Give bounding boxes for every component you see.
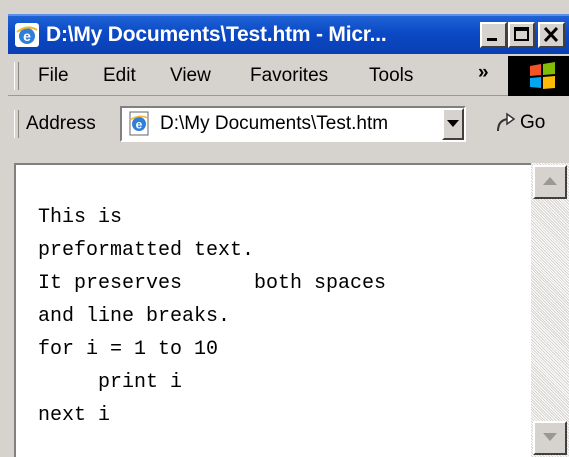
toolbar-grip[interactable] [14,62,19,90]
browser-window: e D:\My Documents\Test.htm - Micr... Fil… [0,0,569,457]
vertical-scrollbar[interactable] [531,163,569,457]
windows-flag-icon [530,62,555,89]
ie-icon: e [15,23,39,47]
close-button[interactable] [538,22,565,48]
title-bar[interactable]: e D:\My Documents\Test.htm - Micr... [8,14,569,54]
svg-text:e: e [136,118,143,132]
svg-text:e: e [23,28,31,44]
page-icon: e [129,111,149,136]
scroll-up-button[interactable] [533,165,567,199]
go-arrow-icon [497,112,516,132]
address-label: Address [26,113,96,134]
menu-bar: File Edit View Favorites Tools » [8,56,569,96]
maximize-button[interactable] [508,22,535,48]
windows-logo [508,56,569,96]
page-content[interactable]: This is preformatted text. It preserves … [14,163,569,457]
address-grip[interactable] [14,110,19,138]
menu-tools[interactable]: Tools [369,65,413,87]
go-label: Go [520,112,546,133]
address-value: D:\My Documents\Test.htm [160,113,389,134]
minimize-icon [487,38,497,41]
scroll-down-button[interactable] [533,421,567,455]
arrow-up-icon [543,177,557,185]
maximize-icon [514,27,529,41]
go-button[interactable]: Go [494,109,564,139]
address-dropdown-button[interactable] [442,108,464,140]
menu-overflow-chevron[interactable]: » [478,62,489,84]
minimize-button[interactable] [480,22,507,48]
window-title: D:\My Documents\Test.htm - Micr... [46,23,387,46]
menu-file[interactable]: File [38,65,69,87]
menu-edit[interactable]: Edit [103,65,136,87]
address-field[interactable]: e D:\My Documents\Test.htm [120,106,466,142]
menu-view[interactable]: View [170,65,211,87]
address-bar: Address e D:\My Documents\Test.htm Go [8,98,569,158]
arrow-down-icon [543,433,557,441]
menu-favorites[interactable]: Favorites [250,65,328,87]
preformatted-text: This is preformatted text. It preserves … [38,206,387,427]
close-icon [543,26,559,43]
chevron-down-icon [447,120,459,127]
